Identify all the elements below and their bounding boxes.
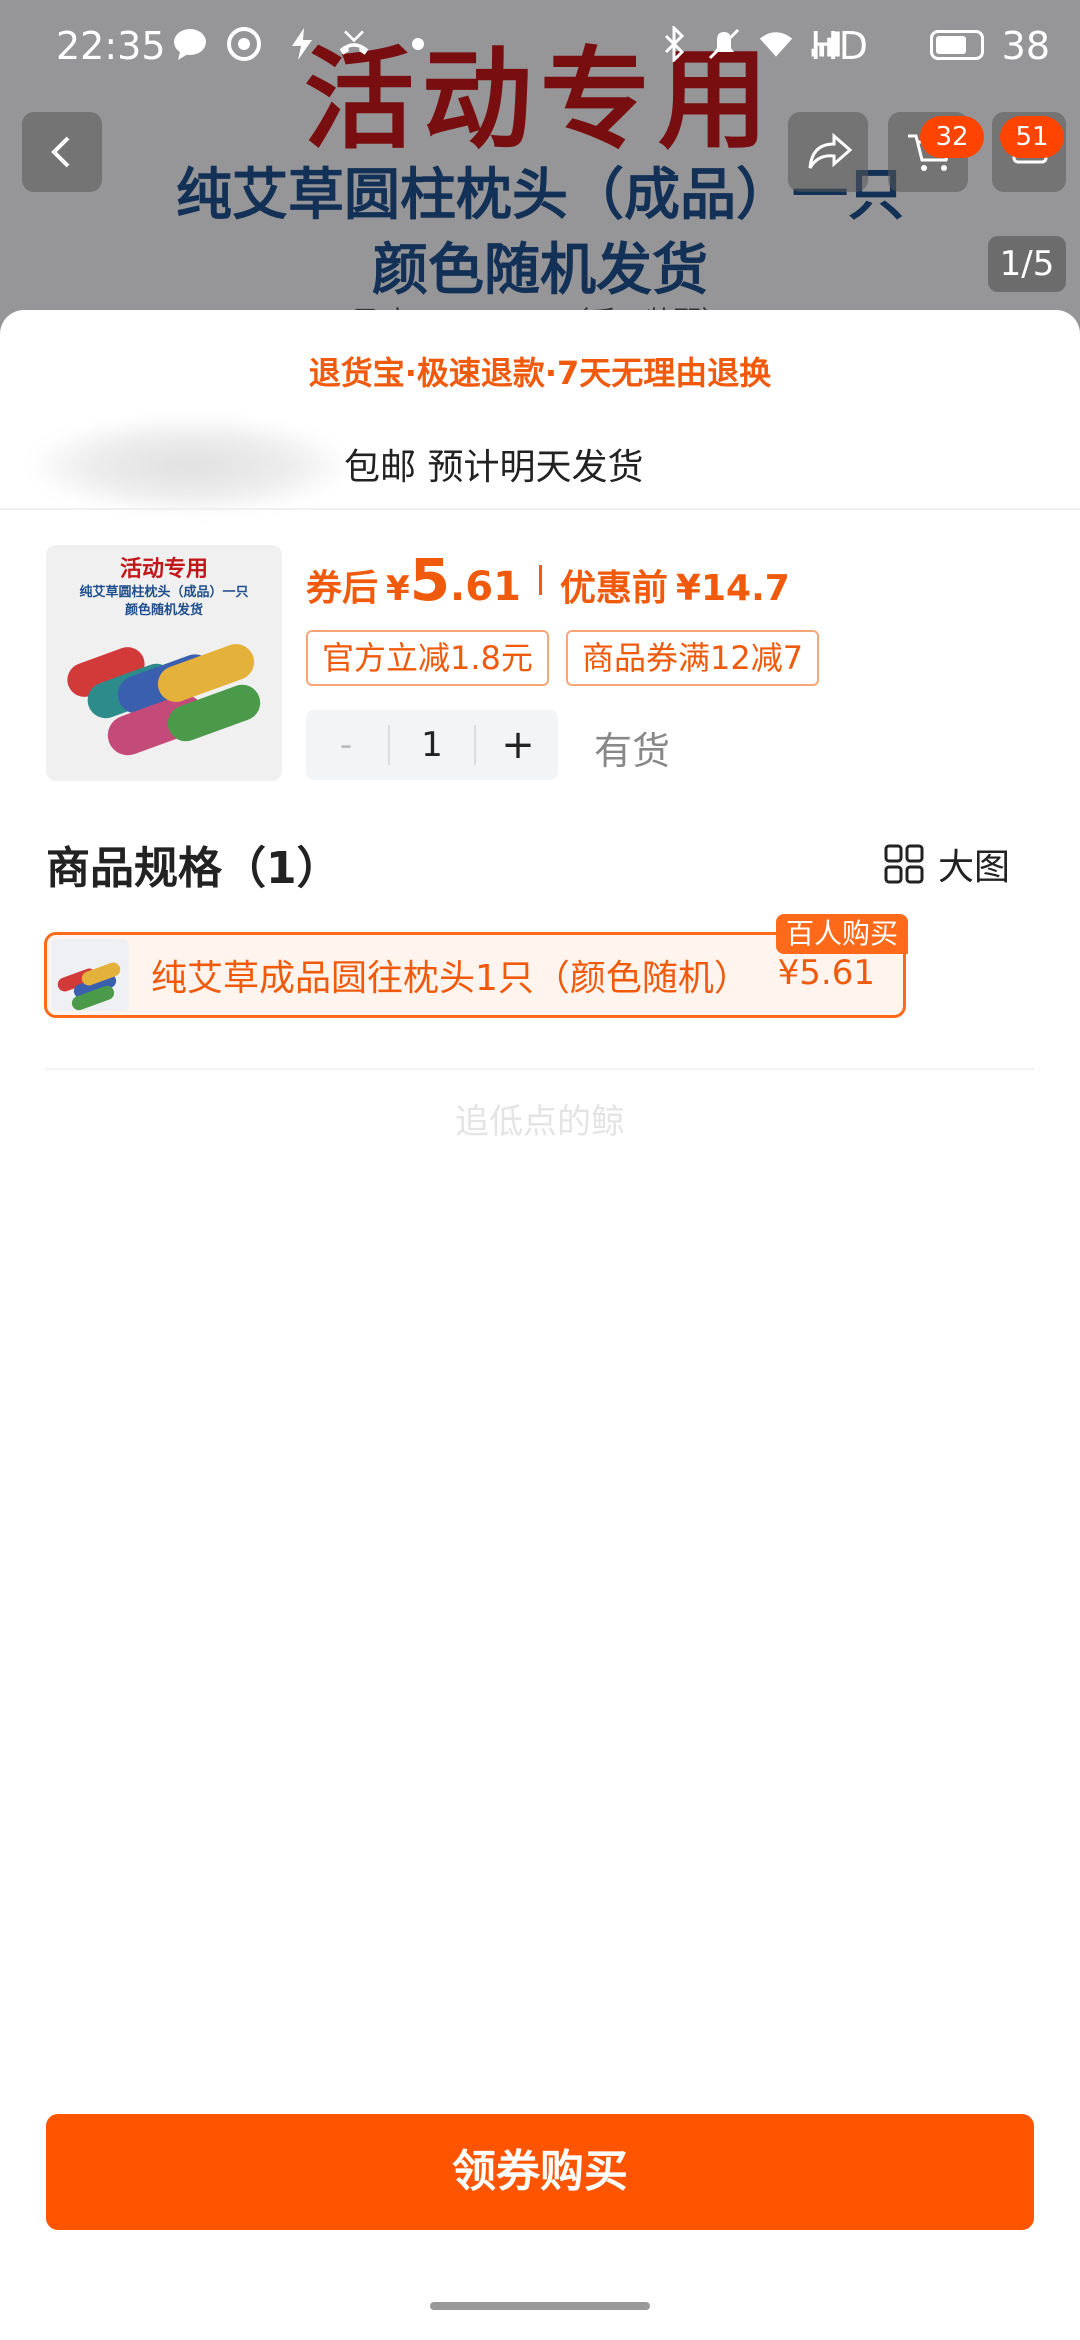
battery-icon <box>930 30 984 60</box>
chevron-left-icon <box>51 136 70 168</box>
increase-button[interactable]: + <box>478 710 558 780</box>
product-thumbnail[interactable]: 活动专用 纯艾草圆柱枕头（成品）一只 颜色随机发货 <box>46 545 282 781</box>
grid-icon <box>884 844 924 884</box>
battery-level: 38 <box>1001 24 1050 68</box>
after-coupon-label: 券后 <box>306 568 379 609</box>
divider <box>46 1068 1034 1070</box>
price-row: 券后 ¥ 5 .61 优惠前 ¥14.7 <box>306 546 790 614</box>
missed-call-icon <box>339 30 369 55</box>
price-decimal: .61 <box>450 564 521 610</box>
spec-section-title: 商品规格（1） <box>46 843 341 894</box>
quantity-value[interactable]: 1 <box>388 725 476 765</box>
shipping-info: 包邮 预计明天发货 <box>344 447 644 488</box>
currency-symbol: ¥ <box>386 569 410 609</box>
network-type: HD <box>810 24 868 68</box>
status-time: 22:35 <box>56 24 166 68</box>
coupon-tag[interactable]: 官方立减1.8元 <box>306 630 549 686</box>
charging-icon <box>292 28 312 60</box>
coupon-tag[interactable]: 商品券满12减7 <box>566 630 820 686</box>
spec-option-price: ¥5.61 <box>777 953 875 993</box>
decrease-button[interactable]: - <box>306 710 386 780</box>
message-count-badge: 51 <box>1000 116 1064 158</box>
share-icon <box>808 132 853 169</box>
status-bar: 22:35 HD 38 <box>0 0 1080 90</box>
share-button[interactable] <box>788 112 868 192</box>
quantity-stepper: - 1 + <box>306 710 558 780</box>
big-image-label: 大图 <box>938 847 1011 888</box>
pillow-image <box>57 962 121 1011</box>
message-icon <box>174 29 206 60</box>
cart-count-badge: 32 <box>920 116 984 158</box>
mute-icon <box>708 28 740 60</box>
dot-icon <box>412 38 424 50</box>
app-notification-icon <box>227 27 261 61</box>
wifi-icon <box>759 32 793 57</box>
spec-option-name: 纯艾草成品圆往枕头1只（颜色随机） <box>151 958 750 999</box>
back-button[interactable] <box>22 112 102 192</box>
return-policy-tip: 退货宝·极速退款·7天无理由退换 <box>308 354 772 392</box>
address-blurred[interactable] <box>30 418 350 513</box>
claim-coupon-buy-button[interactable]: 领券购买 <box>46 2114 1034 2230</box>
price-integer: 5 <box>409 546 451 614</box>
bluetooth-icon <box>664 26 685 62</box>
price-separator <box>538 565 542 595</box>
stock-status: 有货 <box>594 729 671 773</box>
sku-sheet: 退货宝·极速退款·7天无理由退换 包邮 预计明天发货 活动专用 纯艾草圆柱枕头（… <box>0 310 1080 2340</box>
spec-option-thumbnail <box>51 939 129 1011</box>
before-discount-label: 优惠前 <box>559 568 668 609</box>
big-image-toggle[interactable]: 大图 <box>884 838 1010 890</box>
pillow-image <box>67 644 261 756</box>
watermark-text: 追低点的鲸 <box>455 1102 625 1142</box>
divider <box>0 508 1080 510</box>
home-indicator[interactable] <box>430 2302 650 2310</box>
popular-badge: 百人购买 <box>776 914 909 954</box>
original-price: ¥14.7 <box>675 568 790 609</box>
image-pager: 1/5 <box>988 236 1066 292</box>
